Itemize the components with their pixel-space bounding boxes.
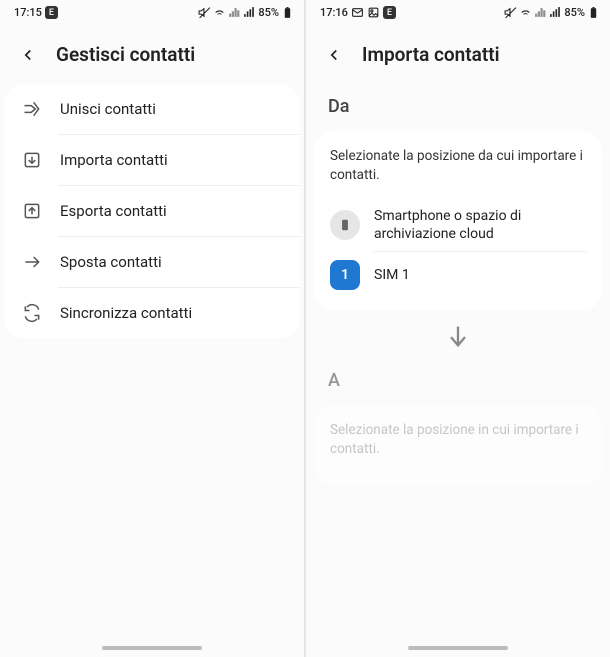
status-bar: 17:15 E 85% <box>0 0 304 23</box>
mail-icon <box>351 6 364 19</box>
mute-icon <box>198 6 211 19</box>
mute-icon <box>504 6 517 19</box>
item-label: Sincronizza contatti <box>60 304 192 322</box>
item-label: Sposta contatti <box>60 253 162 271</box>
signal-icon <box>243 6 256 19</box>
export-icon <box>22 201 42 221</box>
to-description: Selezionate la posizione in cui importar… <box>330 421 586 459</box>
status-battery: 85% <box>564 6 585 19</box>
notif-icon: E <box>383 6 396 19</box>
wifi-icon <box>519 6 532 19</box>
page-title: Importa contatti <box>362 43 500 66</box>
battery-icon <box>587 6 600 19</box>
signal-icon <box>549 6 562 19</box>
option-label: Smartphone o spazio di archiviazione clo… <box>374 207 586 243</box>
item-label: Unisci contatti <box>60 100 156 118</box>
import-icon <box>22 150 42 170</box>
nav-handle[interactable] <box>408 646 508 650</box>
nav-handle[interactable] <box>102 646 202 650</box>
move-contacts-item[interactable]: Sposta contatti <box>4 237 300 287</box>
sim-icon: 1 <box>330 260 360 290</box>
phone-icon <box>330 210 360 240</box>
network-icon <box>534 6 547 19</box>
sync-contacts-item[interactable]: Sincronizza contatti <box>4 288 300 338</box>
status-time: 17:15 <box>14 6 42 19</box>
wifi-icon <box>213 6 226 19</box>
option-sim1[interactable]: 1 SIM 1 <box>330 252 586 298</box>
from-description: Selezionate la posizione da cui importar… <box>330 147 586 185</box>
from-box: Selezionate la posizione da cui importar… <box>314 131 602 310</box>
move-icon <box>22 252 42 272</box>
header: Importa contatti <box>306 23 610 84</box>
item-label: Importa contatti <box>60 151 168 169</box>
image-icon <box>367 6 380 19</box>
notif-icon: E <box>45 6 58 19</box>
arrow-down-icon <box>306 310 610 358</box>
import-contacts-item[interactable]: Importa contatti <box>4 135 300 185</box>
export-contacts-item[interactable]: Esporta contatti <box>4 186 300 236</box>
option-phone-cloud[interactable]: Smartphone o spazio di archiviazione clo… <box>330 199 586 251</box>
item-label: Esporta contatti <box>60 202 167 220</box>
merge-icon <box>22 99 42 119</box>
option-label: SIM 1 <box>374 266 586 284</box>
merge-contacts-item[interactable]: Unisci contatti <box>4 84 300 134</box>
screen-manage-contacts: 17:15 E 85% Gestisci contatti Unisci con… <box>0 0 304 657</box>
status-battery: 85% <box>258 6 279 19</box>
section-from-label: Da <box>306 84 610 131</box>
page-title: Gestisci contatti <box>56 43 195 66</box>
section-to-label: A <box>306 358 610 405</box>
network-icon <box>228 6 241 19</box>
manage-list: Unisci contatti Importa contatti Esporta… <box>4 84 300 338</box>
battery-icon <box>281 6 294 19</box>
status-bar: 17:16 E 85% <box>306 0 610 23</box>
back-button[interactable] <box>324 45 344 65</box>
sync-icon <box>22 303 42 323</box>
screen-import-contacts: 17:16 E 85% Importa contatti Da Selezion… <box>306 0 610 657</box>
back-button[interactable] <box>18 45 38 65</box>
status-time: 17:16 <box>320 6 348 19</box>
header: Gestisci contatti <box>0 23 304 84</box>
to-box: Selezionate la posizione in cui importar… <box>314 405 602 485</box>
